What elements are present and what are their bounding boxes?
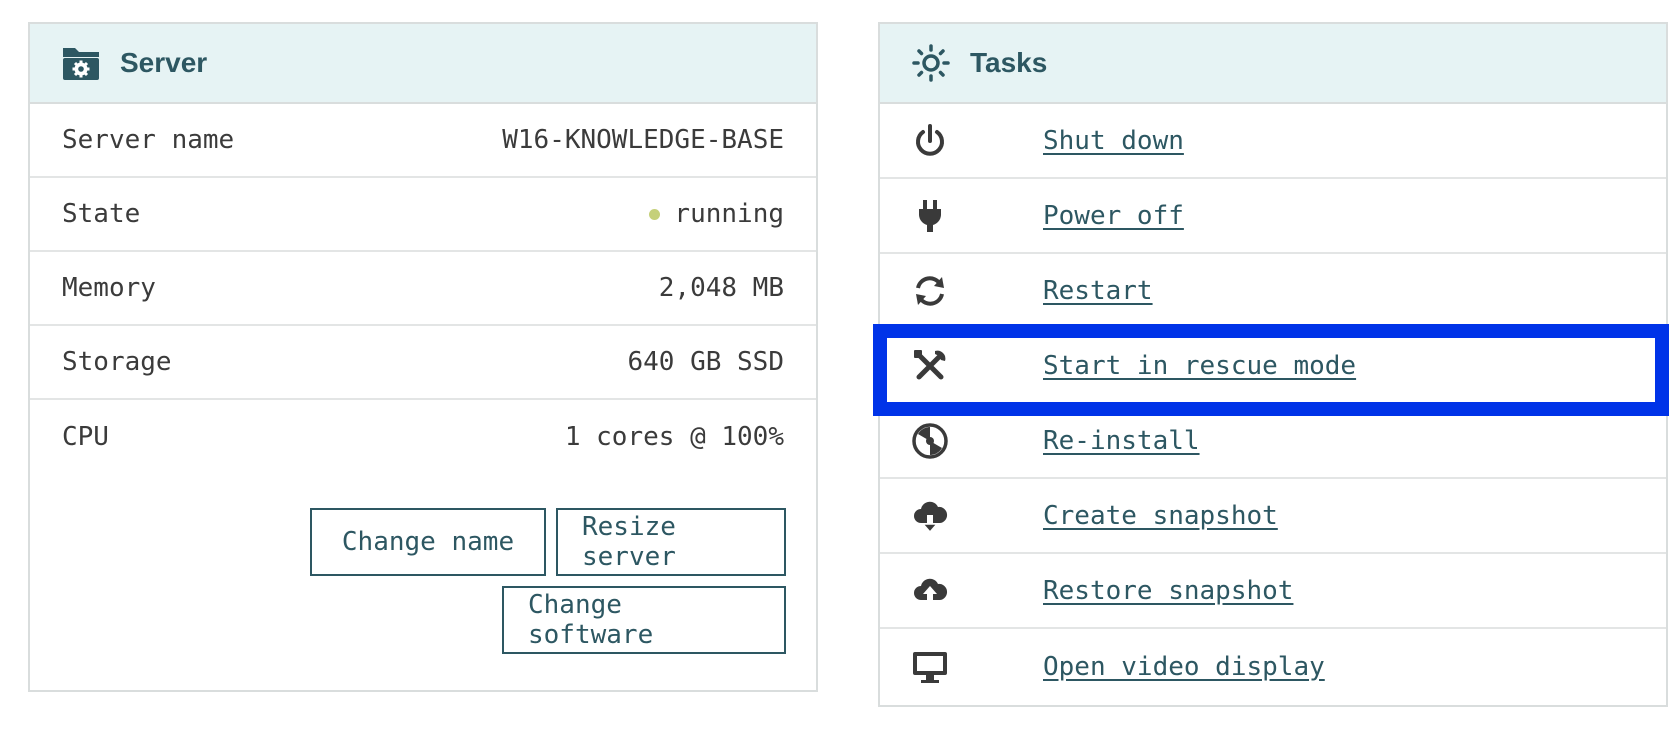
server-name-value: W16-KNOWLEDGE-BASE [502,125,784,155]
shut-down-link[interactable]: Shut down [1043,126,1184,156]
resize-server-button[interactable]: Resize server [556,508,786,576]
tasks-panel-title: Tasks [970,47,1048,78]
cloud-download-icon [910,496,950,536]
task-shut-down: Shut down [880,104,1666,179]
info-row-storage: Storage 640 GB SSD [30,326,816,400]
refresh-icon [910,271,950,311]
restore-snapshot-link[interactable]: Restore snapshot [1043,576,1293,606]
power-off-link[interactable]: Power off [1043,201,1184,231]
info-row-server-name: Server name W16-KNOWLEDGE-BASE [30,104,816,178]
state-label: State [62,199,141,229]
monitor-icon [910,647,950,687]
plug-icon [910,196,950,236]
server-name-label: Server name [62,125,235,155]
reinstall-link[interactable]: Re-install [1043,426,1200,456]
task-create-snapshot: Create snapshot [880,479,1666,554]
task-restore-snapshot: Restore snapshot [880,554,1666,629]
storage-value: 640 GB SSD [627,347,784,377]
folder-gear-icon [60,42,102,84]
server-panel-title: Server [120,47,208,78]
cpu-label: CPU [62,422,109,452]
task-rescue-mode: Start in rescue mode [880,329,1666,404]
disc-icon [910,421,950,461]
video-display-link[interactable]: Open video display [1043,652,1325,682]
task-restart: Restart [880,254,1666,329]
tasks-panel-header: Tasks [880,24,1666,104]
sun-gear-icon [910,42,952,84]
server-panel: Server Server name W16-KNOWLEDGE-BASE St… [28,22,818,692]
task-power-off: Power off [880,179,1666,254]
restart-link[interactable]: Restart [1043,276,1153,306]
server-actions: Change name Resize server Change softwar… [30,474,816,704]
info-row-cpu: CPU 1 cores @ 100% [30,400,816,474]
task-reinstall: Re-install [880,404,1666,479]
status-dot [649,208,661,220]
tools-icon [910,346,950,386]
create-snapshot-link[interactable]: Create snapshot [1043,501,1278,531]
state-value: running [649,199,784,229]
change-name-button[interactable]: Change name [310,508,546,576]
power-icon [910,121,950,161]
storage-label: Storage [62,347,172,377]
memory-value: 2,048 MB [658,273,784,303]
cloud-upload-icon [910,571,950,611]
tasks-panel: Tasks Shut down Power off Restart Start … [878,22,1668,707]
state-text: running [674,199,784,229]
rescue-mode-link[interactable]: Start in rescue mode [1043,351,1356,381]
cpu-value: 1 cores @ 100% [564,422,784,452]
memory-label: Memory [62,273,156,303]
info-row-state: State running [30,178,816,252]
task-video-display: Open video display [880,629,1666,704]
server-panel-header: Server [30,24,816,104]
change-software-button[interactable]: Change software [502,586,786,654]
info-row-memory: Memory 2,048 MB [30,252,816,326]
